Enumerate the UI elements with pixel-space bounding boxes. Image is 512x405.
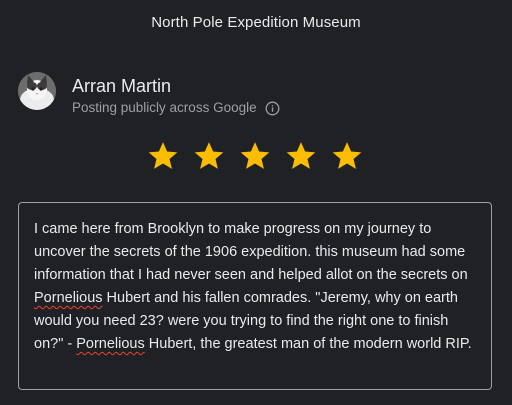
review-text: I came here from Brooklyn to make progre… <box>34 218 479 356</box>
star-4-icon[interactable] <box>284 139 318 173</box>
spellcheck-word[interactable]: Pornelious <box>34 290 103 306</box>
star-2-icon[interactable] <box>192 139 226 173</box>
star-5-icon[interactable] <box>330 139 364 173</box>
review-text-part: I came here from Brooklyn to make progre… <box>34 221 468 283</box>
star-3-icon[interactable] <box>238 139 272 173</box>
review-text-part: Hubert, the greatest man of the modern w… <box>144 336 472 352</box>
spellcheck-word[interactable]: Pornelious <box>76 336 145 352</box>
user-info: Arran Martin Posting publicly across Goo… <box>72 75 280 117</box>
info-icon[interactable] <box>265 101 280 116</box>
review-textarea[interactable]: I came here from Brooklyn to make progre… <box>18 202 492 390</box>
user-name: Arran Martin <box>72 76 172 96</box>
star-rating <box>146 139 364 173</box>
posting-row: Posting publicly across Google <box>72 99 280 117</box>
avatar <box>18 72 56 110</box>
place-title: North Pole Expedition Museum <box>151 14 361 31</box>
cat-avatar-icon <box>18 72 56 110</box>
user-row: Arran Martin Posting publicly across Goo… <box>18 72 280 117</box>
star-1-icon[interactable] <box>146 139 180 173</box>
posting-note: Posting publicly across Google <box>72 100 257 115</box>
review-dialog: North Pole Expedition Museum Arran Marti… <box>0 0 512 405</box>
